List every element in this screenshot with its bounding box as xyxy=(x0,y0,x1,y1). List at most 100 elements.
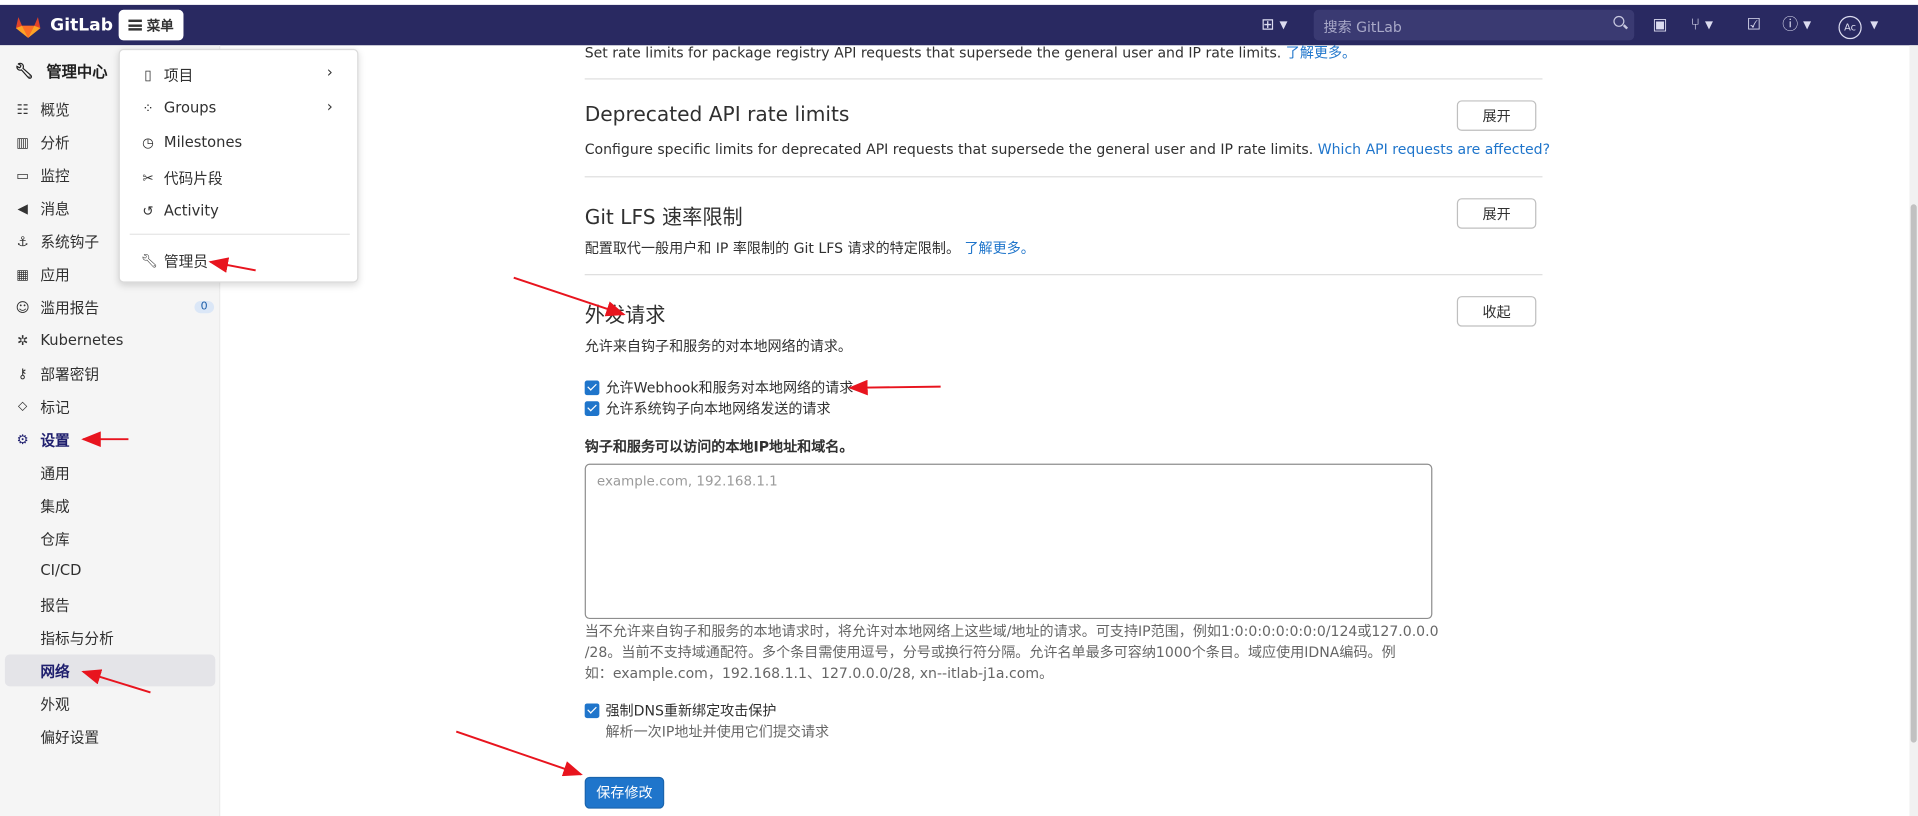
systemhook-local-requests-label[interactable]: 允许系统钩子向本地网络发送的请求 xyxy=(605,399,830,419)
learn-more-link[interactable]: 了解更多。 xyxy=(1286,44,1356,61)
sidebar-sub-preferences[interactable]: 偏好设置 xyxy=(40,727,99,748)
key-icon: ⚷ xyxy=(17,365,28,382)
group-icon: ⁘ xyxy=(142,99,154,116)
sidebar-item-label: 设置 xyxy=(40,431,70,449)
divider xyxy=(584,176,1543,178)
sidebar-item-overview[interactable]: ☷ 概览 xyxy=(15,98,70,120)
sidebar-item-label: 消息 xyxy=(40,200,70,218)
sidebar-header[interactable]: 🔧︎ 管理中心 xyxy=(15,59,108,82)
new-item-plus-icon[interactable]: ⊞ ▾ xyxy=(1261,16,1287,34)
expand-button-git-lfs[interactable]: 展开 xyxy=(1456,198,1537,229)
sidebar-item-kubernetes[interactable]: ✲ Kubernetes xyxy=(15,329,124,351)
sidebar-item-applications[interactable]: ▦ 应用 xyxy=(15,263,70,285)
search-input[interactable]: 搜索 GitLab xyxy=(1313,9,1635,41)
allowlist-placeholder: example.com, 192.168.1.1 xyxy=(596,473,778,490)
main-menu-dropdown: ▯ 项目 › ⁘ Groups › ◷ Milestones ✂ 代码片段 ↺ Activ… xyxy=(118,48,359,283)
chevron-down-icon[interactable]: ▾ xyxy=(1870,16,1878,34)
section-title-deprecated-api: Deprecated API rate limits xyxy=(584,102,850,127)
sidebar-item-label: 部署密钥 xyxy=(40,365,100,383)
chevron-right-icon: › xyxy=(326,63,333,81)
sidebar-sub-reporting[interactable]: 报告 xyxy=(40,595,69,616)
menu-item-label: 代码片段 xyxy=(163,170,223,188)
emoji-icon: ☺ xyxy=(15,299,30,316)
menu-item-admin[interactable]: 🔧︎ 管理员 xyxy=(141,251,208,272)
issues-icon[interactable]: ▣ xyxy=(1653,16,1668,34)
label-icon: ⬦ xyxy=(17,397,28,414)
page-scrollbar[interactable] xyxy=(1909,45,1918,816)
merge-request-icon[interactable]: ⑂ ▾ xyxy=(1690,16,1713,34)
dns-rebinding-checkbox[interactable] xyxy=(584,703,600,719)
dns-rebinding-help: 解析一次IP地址并使用它们提交请求 xyxy=(605,723,830,741)
allowlist-label: 钩子和服务可以访问的本地IP地址和域名。 xyxy=(584,437,854,456)
bullhorn-icon: ◀ xyxy=(17,200,28,216)
gear-icon: ⚙ xyxy=(16,431,29,448)
arrow-to-save-button xyxy=(455,730,583,777)
anchor-icon: ⚓︎ xyxy=(16,233,29,249)
sidebar-item-system-hooks[interactable]: ⚓︎ 系统钩子 xyxy=(15,230,100,252)
menu-item-snippets[interactable]: ✂ 代码片段 xyxy=(141,168,223,189)
affected-requests-link[interactable]: Which API requests are affected? xyxy=(1318,141,1550,158)
collapse-button-outbound-requests[interactable]: 收起 xyxy=(1456,296,1537,327)
menu-item-milestones[interactable]: ◷ Milestones xyxy=(141,133,242,150)
menu-item-groups[interactable]: ⁘ Groups xyxy=(141,99,217,117)
package-registry-text: Set rate limits for package registry API… xyxy=(584,44,1282,62)
project-icon: ▯ xyxy=(144,67,152,84)
webhook-local-requests-label[interactable]: 允许Webhook和服务对本地网络的请求 xyxy=(605,378,853,398)
sidebar-sub-metrics[interactable]: 指标与分析 xyxy=(40,628,113,649)
sidebar-item-label: 滥用报告 xyxy=(40,299,100,317)
allowlist-help-line-1: 当不允许来自钩子和服务的本地请求时，将允许对本地网络上这些域/地址的请求。可支持… xyxy=(584,622,1439,640)
sidebar-header-label: 管理中心 xyxy=(46,62,108,81)
systemhook-local-requests-checkbox[interactable] xyxy=(584,401,600,416)
gitlab-logo-icon[interactable] xyxy=(15,15,42,39)
allowlist-help-line-3: 如：example.com，192.168.1.1、127.0.0.0/28, … xyxy=(584,664,1054,682)
section-desc-git-lfs: 配置取代一般用户和 IP 率限制的 Git LFS 请求的特定限制。 了解更多。 xyxy=(585,239,1035,259)
menu-item-label: 管理员 xyxy=(163,253,208,271)
expand-button-deprecated-api[interactable]: 展开 xyxy=(1456,100,1537,131)
history-icon: ↺ xyxy=(142,202,154,219)
sidebar-item-settings[interactable]: ⚙ 设置 xyxy=(15,428,70,450)
divider xyxy=(584,274,1543,276)
sidebar-item-abuse-reports[interactable]: ☺ 滥用报告 0 xyxy=(15,296,214,318)
sidebar-item-analytics[interactable]: ▥ 分析 xyxy=(15,131,70,153)
sidebar-sub-general[interactable]: 通用 xyxy=(40,462,69,483)
todo-icon[interactable]: ☑ xyxy=(1747,16,1761,34)
allowlist-textarea[interactable]: example.com, 192.168.1.1 xyxy=(584,463,1433,620)
sidebar-item-label: 监控 xyxy=(40,166,70,185)
sidebar-item-label: 应用 xyxy=(40,266,70,284)
sidebar-item-monitoring[interactable]: ▭ 监控 xyxy=(15,164,70,186)
main-menu-button[interactable]: 菜单 xyxy=(118,9,184,41)
menu-item-activity[interactable]: ↺ Activity xyxy=(141,202,218,219)
main-menu-label: 菜单 xyxy=(146,17,174,34)
clock-icon: ◷ xyxy=(142,133,154,150)
sidebar-sub-integrations[interactable]: 集成 xyxy=(40,495,69,516)
sidebar-item-deploy-keys[interactable]: ⚷ 部署密钥 xyxy=(15,362,99,384)
count-badge: 0 xyxy=(194,300,214,314)
sidebar-sub-cicd[interactable]: CI/CD xyxy=(40,562,81,579)
save-changes-button[interactable]: 保存修改 xyxy=(584,776,665,809)
sidebar-item-label: 分析 xyxy=(40,133,70,152)
sidebar-item-messages[interactable]: ◀ 消息 xyxy=(15,197,70,219)
menu-item-label: Milestones xyxy=(163,133,243,151)
sidebar-item-label: 系统钩子 xyxy=(40,233,100,251)
dns-rebinding-label[interactable]: 强制DNS重新绑定攻击保护 xyxy=(605,701,776,721)
sidebar-item-labels[interactable]: ⬦ 标记 xyxy=(15,395,70,417)
top-navbar: GitLab 菜单 ⊞ ▾ 搜索 GitLab ▣ ⑂ ▾ ☑ ⓘ ▾ Ac ▾ xyxy=(0,4,1918,46)
sidebar-sub-repository[interactable]: 仓库 xyxy=(40,529,69,550)
sidebar-sub-appearance[interactable]: 外观 xyxy=(40,694,69,715)
menu-item-label: Groups xyxy=(163,99,217,117)
sidebar-sub-network[interactable]: 网络 xyxy=(40,661,69,682)
menu-item-projects[interactable]: ▯ 项目 xyxy=(141,65,193,86)
sidebar-item-label: 概览 xyxy=(40,100,70,119)
brand-name[interactable]: GitLab xyxy=(50,16,113,36)
webhook-local-requests-checkbox[interactable] xyxy=(584,380,600,396)
kubernetes-icon: ✲ xyxy=(16,332,29,349)
scrollbar-thumb[interactable] xyxy=(1910,204,1917,743)
overview-icon: ☷ xyxy=(16,100,29,117)
section-title-git-lfs: Git LFS 速率限制 xyxy=(584,205,743,229)
help-icon[interactable]: ⓘ ▾ xyxy=(1782,16,1811,34)
learn-more-link[interactable]: 了解更多。 xyxy=(964,240,1034,257)
section-title-outbound-requests: 外发请求 xyxy=(584,303,666,327)
wrench-icon: 🔧︎ xyxy=(14,60,35,79)
chart-icon: ▥ xyxy=(16,133,29,150)
user-avatar[interactable]: Ac xyxy=(1838,15,1862,40)
